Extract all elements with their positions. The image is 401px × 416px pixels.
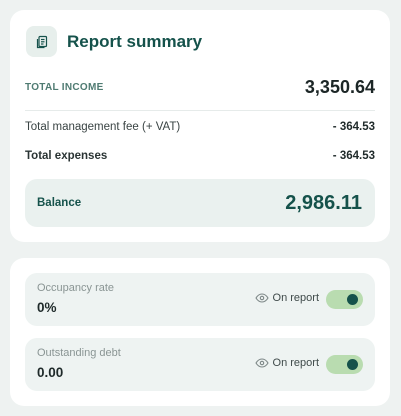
total-income-label: TOTAL INCOME [25, 82, 104, 93]
outstanding-debt-label: Outstanding debt [37, 347, 121, 359]
document-stack-icon [26, 26, 57, 57]
total-income-value: 3,350.64 [304, 77, 375, 97]
report-settings-card: Occupancy rate 0% On report Outstanding … [10, 258, 390, 406]
on-report-label: On report [272, 357, 319, 369]
total-income-row: TOTAL INCOME 3,350.64 [25, 77, 375, 98]
total-expenses-row: Total expenses - 364.53 [25, 150, 375, 162]
total-expenses-label: Total expenses [25, 150, 108, 162]
occupancy-rate-toggle[interactable] [326, 290, 363, 309]
management-fee-row: Total management fee (+ VAT) - 364.53 [25, 121, 375, 133]
outstanding-debt-value: 0.00 [37, 365, 64, 380]
toggle-knob [347, 294, 358, 305]
total-expenses-value: - 364.53 [332, 150, 375, 162]
balance-box: Balance 2,986.11 [25, 179, 375, 227]
on-report-label: On report [272, 292, 319, 304]
eye-icon [254, 358, 269, 368]
eye-icon [254, 293, 269, 303]
divider [25, 110, 375, 111]
on-report-indicator: On report [254, 357, 319, 369]
report-summary-card: Report summary TOTAL INCOME 3,350.64 Tot… [10, 10, 390, 242]
toggle-knob [347, 359, 358, 370]
page-title: Report summary [67, 31, 203, 51]
report-summary-header: Report summary [26, 26, 202, 57]
management-fee-value: - 364.53 [332, 121, 375, 133]
balance-label: Balance [37, 197, 82, 209]
occupancy-rate-setting: Occupancy rate 0% On report [25, 273, 375, 326]
occupancy-rate-value: 0% [37, 300, 57, 315]
balance-value: 2,986.11 [285, 191, 362, 214]
occupancy-rate-label: Occupancy rate [37, 282, 115, 294]
outstanding-debt-setting: Outstanding debt 0.00 On report [25, 338, 375, 391]
management-fee-label: Total management fee (+ VAT) [25, 121, 181, 133]
on-report-indicator: On report [254, 292, 319, 304]
outstanding-debt-toggle[interactable] [326, 355, 363, 374]
